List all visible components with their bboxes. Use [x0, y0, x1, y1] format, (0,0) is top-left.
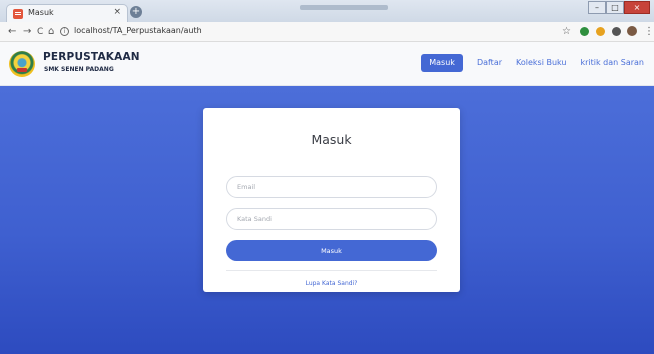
- tab-close-icon[interactable]: ×: [113, 7, 121, 17]
- nav-item-masuk[interactable]: Masuk: [421, 54, 463, 72]
- nav-item-koleksi-buku[interactable]: Koleksi Buku: [516, 54, 566, 72]
- login-submit-button[interactable]: Masuk: [226, 240, 437, 261]
- browser-menu-icon[interactable]: ⋮: [644, 25, 654, 39]
- nav-item-daftar[interactable]: Daftar: [477, 54, 502, 72]
- window-title-bar-text: [300, 5, 388, 10]
- extension-green-icon[interactable]: [580, 27, 589, 36]
- maximize-button[interactable]: □: [606, 1, 624, 14]
- address-bar[interactable]: localhost/TA_Perpustakaan/auth: [74, 26, 202, 35]
- close-window-button[interactable]: ×: [624, 1, 650, 14]
- tab-favicon-icon: [13, 9, 23, 19]
- site-navbar: PERPUSTAKAAN SMK SENEN PADANG Masuk Daft…: [0, 42, 654, 86]
- new-tab-button[interactable]: +: [130, 6, 142, 18]
- browser-toolbar: ← → C ⌂ i localhost/TA_Perpustakaan/auth…: [0, 22, 654, 42]
- site-info-icon[interactable]: i: [60, 27, 69, 36]
- card-divider: [226, 270, 437, 271]
- login-title: Masuk: [311, 132, 352, 147]
- nav-menu: Masuk Daftar Koleksi Buku kritik dan Sar…: [421, 54, 644, 72]
- browser-titlebar: Masuk × + – □ ×: [0, 0, 654, 22]
- home-icon[interactable]: ⌂: [48, 25, 54, 39]
- forward-icon[interactable]: →: [23, 25, 31, 39]
- extensions-puzzle-icon[interactable]: [612, 27, 621, 36]
- browser-tab[interactable]: Masuk ×: [6, 4, 128, 22]
- window-controls: – □ ×: [588, 1, 650, 14]
- tab-title: Masuk: [28, 8, 54, 17]
- profile-avatar-icon[interactable]: [627, 26, 637, 36]
- minimize-button[interactable]: –: [588, 1, 606, 14]
- extension-orange-icon[interactable]: [596, 27, 605, 36]
- email-input[interactable]: [226, 176, 437, 198]
- brand-subtitle: SMK SENEN PADANG: [44, 66, 114, 73]
- reload-icon[interactable]: C: [37, 25, 43, 39]
- nav-item-kritik-saran[interactable]: kritik dan Saran: [580, 54, 644, 72]
- main-background: Masuk Masuk Lupa Kata Sandi?: [0, 86, 654, 354]
- password-input[interactable]: [226, 208, 437, 230]
- school-logo: [9, 51, 35, 77]
- login-card: Masuk Masuk Lupa Kata Sandi?: [203, 108, 460, 292]
- bookmark-star-icon[interactable]: ☆: [562, 25, 571, 39]
- back-icon[interactable]: ←: [8, 25, 16, 39]
- brand-name[interactable]: PERPUSTAKAAN: [43, 51, 140, 63]
- forgot-password-link[interactable]: Lupa Kata Sandi?: [203, 280, 460, 287]
